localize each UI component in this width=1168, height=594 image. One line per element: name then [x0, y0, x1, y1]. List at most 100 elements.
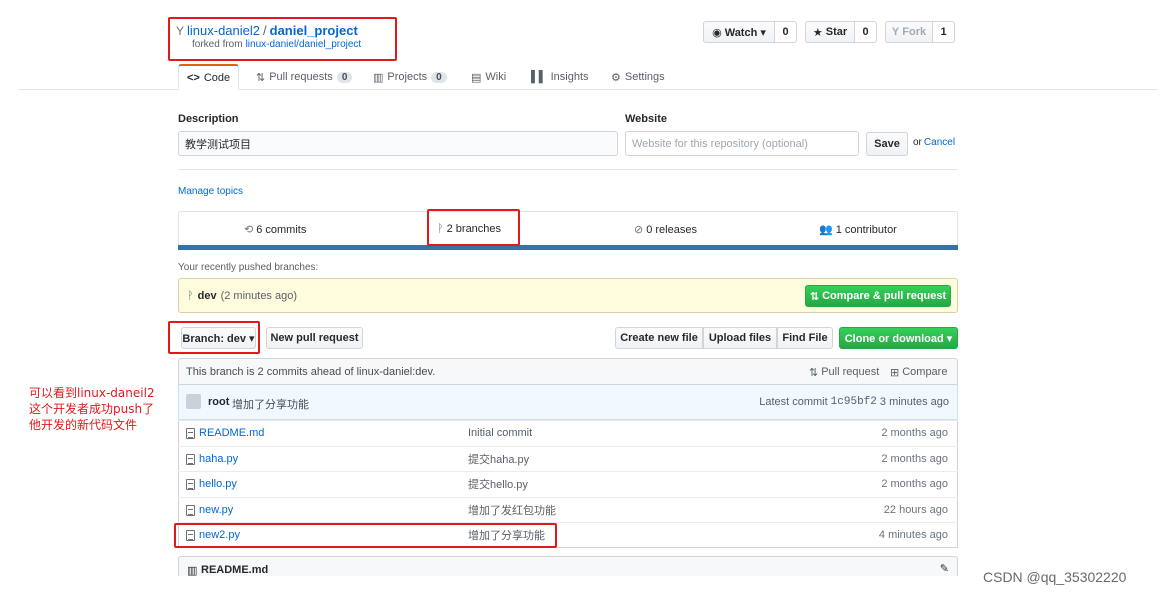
website-input[interactable]: Website for this repository (optional)	[625, 131, 859, 156]
pushed-time: (2 minutes ago)	[220, 290, 298, 302]
eye-icon: ◉	[712, 26, 722, 39]
save-button[interactable]: Save	[866, 132, 908, 156]
file-name[interactable]: new2.py	[199, 529, 240, 541]
forked-from-label: forked from	[192, 39, 243, 50]
star-label: Star	[825, 26, 848, 38]
tab-projects[interactable]: ▥ Projects 0	[373, 64, 447, 90]
branches-link[interactable]: ᚹ 2 branches	[437, 223, 501, 235]
file-age: 2 months ago	[881, 427, 948, 439]
repo-name-link[interactable]: daniel_project	[270, 23, 358, 38]
avatar[interactable]	[186, 394, 201, 409]
cancel-link[interactable]: Cancel	[924, 137, 955, 148]
create-new-file-button[interactable]: Create new file	[615, 327, 703, 349]
file-row[interactable]: README.md Initial commit 2 months ago	[178, 420, 958, 445]
latest-commit-bar: root 增加了分享功能 Latest commit 1c95bf2 3 min…	[178, 385, 958, 420]
annotation: 可以看到linux-daneil2 这个开发者成功push了 他开发的新代码文件	[29, 385, 179, 433]
pull-request-icon: ⇅	[256, 71, 266, 84]
file-icon	[186, 504, 195, 516]
file-row[interactable]: new.py 增加了发红包功能 22 hours ago	[178, 497, 958, 522]
branch-select-button[interactable]: Branch: dev ▾	[181, 327, 256, 349]
website-label: Website	[625, 113, 667, 125]
file-commit-message[interactable]: 增加了发红包功能	[468, 502, 556, 518]
file-age: 2 months ago	[881, 453, 948, 465]
releases-label: 0 releases	[646, 223, 697, 236]
fork-icon: Y	[176, 23, 185, 38]
fork-label: Fork	[902, 26, 927, 38]
file-commit-message[interactable]: 提交hello.py	[468, 476, 528, 492]
manage-topics-link[interactable]: Manage topics	[178, 186, 243, 197]
tab-code[interactable]: <> Code	[178, 64, 240, 90]
watch-count[interactable]: 0	[775, 21, 797, 43]
pushed-branch-name[interactable]: dev	[198, 290, 217, 302]
tab-pull-requests-count: 0	[336, 71, 353, 83]
repo-separator: /	[263, 23, 267, 38]
pencil-icon[interactable]: ✎	[940, 562, 949, 575]
file-age: 2 months ago	[881, 478, 948, 490]
pushed-branch-icon: ᚹ	[187, 290, 194, 302]
file-row[interactable]: hello.py 提交hello.py 2 months ago	[178, 471, 958, 496]
releases-link[interactable]: ⊘ 0 releases	[634, 223, 697, 237]
compare-pull-request-button[interactable]: ⇅ Compare & pull request	[805, 285, 951, 307]
file-name[interactable]: hello.py	[199, 478, 237, 490]
code-icon: <>	[187, 71, 200, 84]
annotation-line-1: 可以看到linux-daneil2	[29, 386, 155, 400]
tab-settings[interactable]: ⚙ Settings	[611, 64, 665, 90]
ahead-pull-request-link[interactable]: ⇅ Pull request	[809, 366, 879, 379]
tab-wiki[interactable]: ▤ Wiki	[471, 64, 506, 90]
contributors-label: 1 contributor	[835, 223, 897, 236]
history-icon: ⟲	[244, 224, 254, 236]
fork-button[interactable]: Y Fork	[885, 21, 933, 43]
file-name[interactable]: README.md	[199, 427, 264, 439]
new-pull-request-button[interactable]: New pull request	[266, 327, 363, 349]
forked-from-link[interactable]: linux-daniel/daniel_project	[246, 39, 362, 50]
or-text: or	[913, 137, 922, 148]
tab-insights-label: Insights	[550, 71, 589, 83]
commits-link[interactable]: ⟲ 6 commits	[244, 223, 306, 237]
latest-commit-time: 3 minutes ago	[879, 396, 949, 408]
fork-count[interactable]: 1	[933, 21, 955, 43]
ahead-text: This branch is 2 commits ahead of linux-…	[186, 366, 436, 378]
file-commit-message[interactable]: Initial commit	[468, 427, 532, 439]
star-count[interactable]: 0	[855, 21, 877, 43]
tab-insights[interactable]: ▌▌ Insights	[531, 64, 589, 90]
branches-label: 2 branches	[446, 223, 502, 235]
tab-wiki-label: Wiki	[485, 71, 507, 83]
file-commit-message[interactable]: 增加了分享功能	[468, 527, 545, 543]
latest-commit-prefix: Latest commit	[759, 396, 828, 408]
file-commit-message[interactable]: 提交haha.py	[468, 451, 529, 467]
commit-author[interactable]: root	[208, 396, 229, 408]
upload-files-button[interactable]: Upload files	[703, 327, 777, 349]
tab-settings-label: Settings	[624, 71, 665, 83]
file-age: 4 minutes ago	[878, 529, 948, 541]
file-name[interactable]: haha.py	[199, 453, 238, 465]
tab-pull-requests-label: Pull requests	[269, 71, 333, 83]
watch-button[interactable]: ◉ Watch ▾	[703, 21, 775, 43]
tab-code-label: Code	[203, 71, 231, 84]
gear-icon: ⚙	[611, 71, 621, 84]
file-row[interactable]: haha.py 提交haha.py 2 months ago	[178, 446, 958, 471]
star-button[interactable]: ★ Star	[805, 21, 855, 43]
commit-message[interactable]: 增加了分享功能	[232, 396, 309, 412]
file-row[interactable]: new2.py 增加了分享功能 4 minutes ago	[178, 522, 958, 547]
tag-icon: ⊘	[634, 224, 644, 236]
clone-download-button[interactable]: Clone or download ▾	[839, 327, 958, 349]
contributors-link[interactable]: 👥 1 contributor	[819, 223, 897, 237]
ahead-compare-link[interactable]: ⊞ Compare	[890, 366, 947, 379]
divider	[178, 169, 958, 170]
ahead-pr-label: Pull request	[821, 366, 880, 378]
tab-pull-requests[interactable]: ⇅ Pull requests 0	[256, 64, 353, 90]
compare-pr-icon: ⇅	[809, 290, 820, 303]
language-bar	[178, 245, 958, 250]
star-icon: ★	[812, 26, 823, 39]
description-input[interactable]: 教学测试项目	[178, 131, 618, 156]
annotation-line-3: 他开发的新代码文件	[29, 418, 138, 432]
readme-icon: ▥	[187, 565, 198, 576]
file-icon	[186, 427, 195, 439]
find-file-button[interactable]: Find File	[777, 327, 833, 349]
recently-pushed-heading: Your recently pushed branches:	[178, 262, 319, 273]
repo-owner-link[interactable]: linux-daniel2	[187, 23, 260, 38]
latest-commit-sha[interactable]: 1c95bf2	[831, 396, 877, 408]
file-age: 22 hours ago	[883, 504, 948, 516]
repo-header: Y linux-daniel2 / daniel_project forked …	[172, 20, 397, 58]
file-name[interactable]: new.py	[199, 504, 233, 516]
